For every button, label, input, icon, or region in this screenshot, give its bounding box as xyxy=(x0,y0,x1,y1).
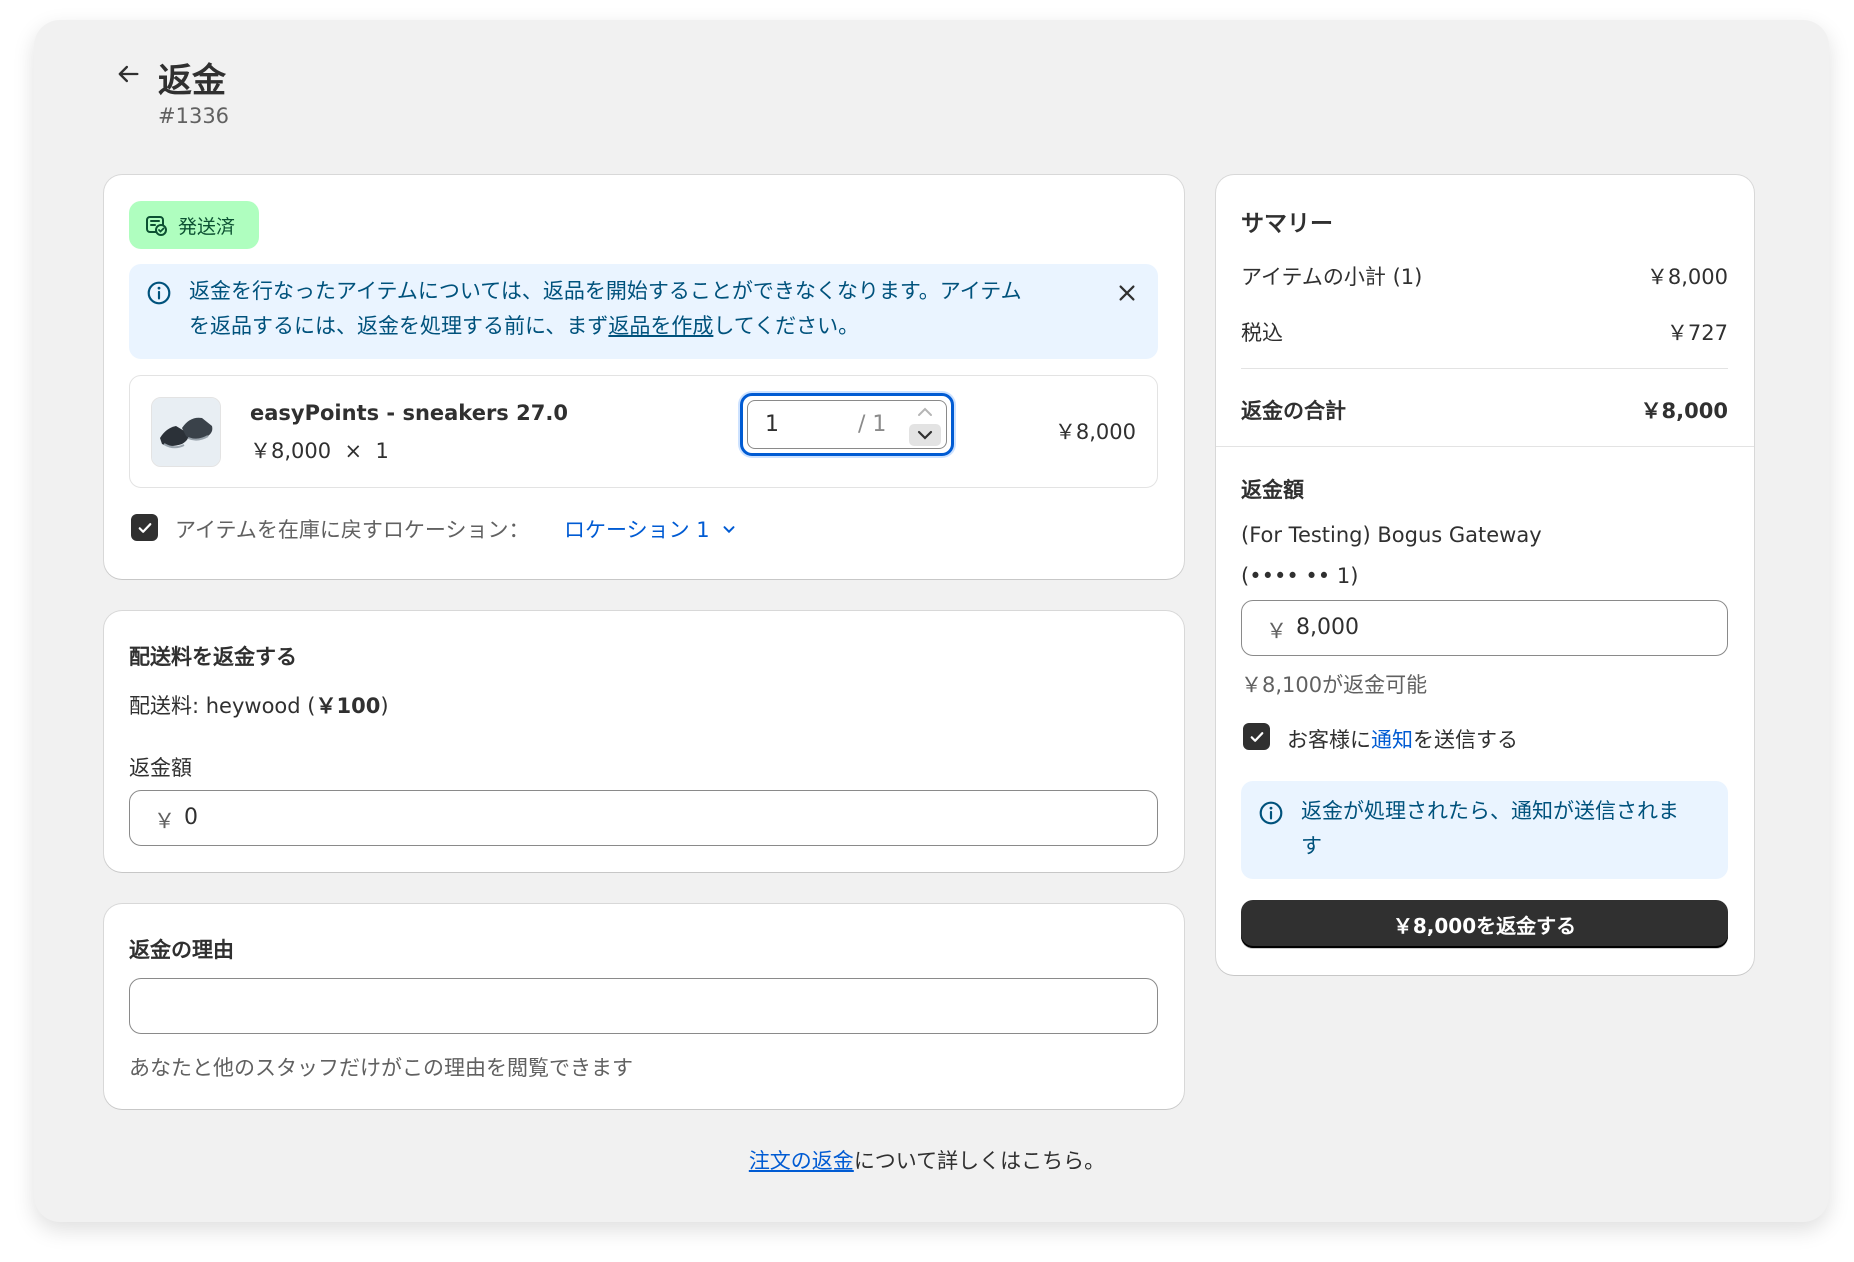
fulfilled-icon xyxy=(146,216,167,236)
reason-card-title: 返金の理由 xyxy=(129,938,234,962)
dismiss-banner-button[interactable] xyxy=(1112,278,1142,308)
summary-divider xyxy=(1241,368,1728,369)
refund-amount-input[interactable]: ￥ 8,000 xyxy=(1241,600,1728,656)
refund-quantity-input[interactable]: 1 / 1 xyxy=(740,393,954,456)
ordered-quantity: 1 xyxy=(375,439,389,463)
summary-section-divider xyxy=(1216,446,1754,447)
notify-info-banner: 返金が処理されたら、通知が送信されま す xyxy=(1241,781,1728,879)
quantity-stepper[interactable] xyxy=(907,402,943,446)
arrow-left-icon xyxy=(118,65,139,83)
banner-line2-after: してください。 xyxy=(713,314,860,338)
restock-location-select[interactable]: ロケーション 1 xyxy=(564,514,738,544)
notify-customer-checkbox[interactable] xyxy=(1243,723,1270,750)
info-icon xyxy=(147,281,171,305)
times-sign: × xyxy=(344,439,363,463)
notify-banner-line2: す xyxy=(1301,834,1322,858)
tax-value: ￥727 xyxy=(1666,321,1728,345)
close-icon xyxy=(1119,285,1135,301)
subtotal-label: アイテムの小計 (1) xyxy=(1241,265,1423,289)
reason-input[interactable] xyxy=(129,978,1158,1034)
gateway-name: (For Testing) Bogus Gateway xyxy=(1241,523,1542,547)
info-icon xyxy=(1259,801,1283,825)
footer-help: 注文の返金について詳しくはこちら。 xyxy=(0,1145,1854,1175)
quantity-max: / 1 xyxy=(858,412,887,437)
banner-line1: 返金を行なったアイテムについては、返品を開始することができなくなります。アイテム xyxy=(189,279,1022,303)
product-price-quantity: ￥8,000 × 1 xyxy=(250,435,389,465)
checkmark-icon xyxy=(138,522,151,533)
reason-help-text: あなたと他のスタッフだけがこの理由を閲覧できます xyxy=(129,1056,633,1080)
notification-link[interactable]: 通知 xyxy=(1371,728,1413,752)
product-name: easyPoints - sneakers 27.0 xyxy=(250,401,568,425)
sneaker-image-icon xyxy=(152,398,220,466)
create-return-link[interactable]: 返品を作成 xyxy=(608,314,713,338)
footer-help-text: について詳しくはこちら。 xyxy=(853,1149,1106,1173)
banner-line2-before: を返品するには、返金を処理する前に、まず xyxy=(189,314,609,338)
chevron-down-icon xyxy=(723,526,735,534)
line-item: easyPoints - sneakers 27.0 ￥8,000 × 1 ￥8… xyxy=(129,375,1158,488)
refund-help-link[interactable]: 注文の返金 xyxy=(749,1149,854,1173)
line-total: ￥8,000 xyxy=(1054,420,1136,444)
chevron-down-icon[interactable] xyxy=(915,427,935,443)
notify-before: お客様に xyxy=(1287,728,1371,752)
checkmark-icon xyxy=(1250,731,1263,742)
tax-label: 税込 xyxy=(1241,321,1283,345)
total-label: 返金の合計 xyxy=(1241,399,1346,423)
return-warning-banner: 返金を行なったアイテムについては、返品を開始することができなくなります。アイテム… xyxy=(129,264,1158,359)
status-badge: 発送済 xyxy=(129,201,259,249)
currency-prefix: ￥ xyxy=(154,809,175,833)
shipping-rate-amount: ￥100 xyxy=(315,694,381,718)
refund-available-text: ￥8,100が返金可能 xyxy=(1241,673,1428,697)
total-value: ￥8,000 xyxy=(1640,399,1728,423)
notify-after: を送信する xyxy=(1413,728,1518,752)
currency-prefix: ￥ xyxy=(1266,619,1287,643)
unit-price: ￥8,000 xyxy=(250,439,332,463)
product-thumbnail xyxy=(151,397,221,467)
gateway-card-mask: (•••• •• 1) xyxy=(1241,564,1359,588)
chevron-up-icon[interactable] xyxy=(915,404,935,420)
shipping-refund-value: 0 xyxy=(184,805,198,830)
back-button[interactable] xyxy=(110,56,146,92)
shipping-card-title: 配送料を返金する xyxy=(129,645,297,669)
restock-label: アイテムを在庫に戻すロケーション： xyxy=(175,518,530,542)
refund-amount-title: 返金額 xyxy=(1241,478,1304,502)
restock-location-value: ロケーション 1 xyxy=(564,518,710,542)
notify-banner-line1: 返金が処理されたら、通知が送信されま xyxy=(1301,799,1679,823)
status-badge-label: 発送済 xyxy=(178,215,236,238)
shipping-refund-input[interactable]: ￥ 0 xyxy=(129,790,1158,846)
shipping-rate-close: ) xyxy=(380,694,389,718)
quantity-value: 1 xyxy=(765,412,779,437)
notify-customer-label: お客様に通知を送信する xyxy=(1287,724,1518,754)
restock-checkbox[interactable] xyxy=(131,514,158,541)
shipping-rate-label: 配送料: heywood ( xyxy=(129,694,316,718)
order-number: #1336 xyxy=(158,104,230,128)
page-title: 返金 xyxy=(158,61,226,101)
refund-submit-button[interactable]: ￥8,000を返金する xyxy=(1241,900,1728,948)
refund-amount-value: 8,000 xyxy=(1296,615,1359,640)
shipping-rate: 配送料: heywood (￥100) xyxy=(129,690,389,720)
subtotal-value: ￥8,000 xyxy=(1646,265,1728,289)
summary-title: サマリー xyxy=(1241,211,1333,237)
shipping-refund-label: 返金額 xyxy=(129,756,192,780)
